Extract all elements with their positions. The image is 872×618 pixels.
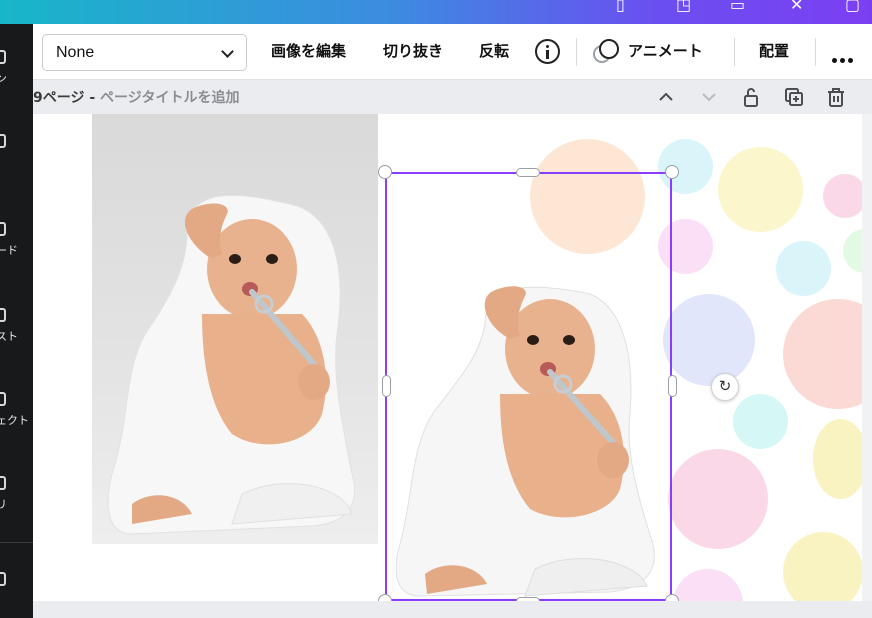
design-icon <box>0 50 6 64</box>
page-title[interactable]: 9ページ - ページタイトルを追加 <box>33 87 239 107</box>
background-dot <box>718 147 803 232</box>
resize-handle-top-right[interactable] <box>665 165 679 179</box>
toolbar-divider <box>734 38 735 66</box>
page-number: 9ページ - <box>33 90 101 106</box>
background-dot <box>663 294 755 386</box>
background-dot <box>843 229 862 273</box>
upload-icon <box>0 222 6 236</box>
device-icon[interactable]: ▯ <box>616 0 625 16</box>
background-dot <box>673 569 743 601</box>
resize-handle-top-left[interactable] <box>378 165 392 179</box>
sidebar-divider <box>0 542 33 543</box>
animate-button[interactable]: アニメート <box>628 40 703 61</box>
resize-handle-top[interactable] <box>516 168 540 177</box>
sidebar-item-label: ード <box>0 244 18 257</box>
selection-frame[interactable] <box>385 172 672 601</box>
sidebar-item-label: スト <box>0 330 18 343</box>
toolbar-divider <box>815 38 816 66</box>
resize-handle-left[interactable] <box>382 375 391 397</box>
trash-icon[interactable] <box>825 86 847 108</box>
app-top-bar: ▯ ◳ ▭ ✕ ▢ <box>0 0 872 24</box>
design-canvas[interactable]: ↻ <box>33 114 862 601</box>
elements-icon <box>0 134 6 148</box>
lock-icon[interactable] <box>740 86 762 108</box>
info-icon[interactable] <box>535 39 560 64</box>
canvas-bottom-area <box>33 601 872 618</box>
duplicate-icon[interactable] <box>783 86 805 108</box>
crop-button[interactable]: 切り抜き <box>383 40 443 61</box>
window-icon[interactable]: ▢ <box>845 0 860 16</box>
background-dot <box>813 419 862 499</box>
project-icon <box>0 392 6 406</box>
context-toolbar: None 画像を編集 切り抜き 反転 アニメート 配置 <box>33 24 872 80</box>
edit-image-button[interactable]: 画像を編集 <box>271 40 346 61</box>
more-options-icon[interactable] <box>832 50 856 68</box>
baby-photo-original[interactable] <box>92 114 378 544</box>
chevron-down-icon[interactable] <box>698 86 720 108</box>
left-sidebar: ン ード スト ェクト リ <box>0 24 33 618</box>
close-icon[interactable]: ✕ <box>790 0 803 16</box>
resize-handle-bottom-left[interactable] <box>378 594 392 601</box>
text-icon <box>0 308 6 322</box>
background-dot <box>823 174 862 218</box>
user-icon[interactable]: ◳ <box>676 0 691 16</box>
background-dot <box>733 394 788 449</box>
filter-select[interactable]: None <box>42 34 247 71</box>
background-dot <box>783 299 862 409</box>
chart-icon[interactable]: ▭ <box>730 0 745 16</box>
animate-icon[interactable] <box>593 39 619 65</box>
sidebar-item-label: ェクト <box>0 414 29 427</box>
page-title-placeholder[interactable]: ページタイトルを追加 <box>100 90 239 106</box>
chevron-down-icon <box>221 45 234 58</box>
apps-icon <box>0 476 6 490</box>
toolbar-divider <box>576 38 577 66</box>
filter-select-value: None <box>56 44 95 61</box>
folder-icon <box>0 572 6 586</box>
resize-handle-bottom-right[interactable] <box>665 594 679 601</box>
sidebar-item-label: ン <box>0 72 7 85</box>
resize-handle-right[interactable] <box>668 375 677 397</box>
vertical-scrollbar[interactable] <box>862 114 872 601</box>
rotate-icon[interactable]: ↻ <box>711 373 739 401</box>
sidebar-item-label: リ <box>0 498 7 511</box>
background-dot <box>783 532 862 601</box>
chevron-up-icon[interactable] <box>655 86 677 108</box>
background-dot <box>668 449 768 549</box>
background-dot <box>776 241 831 296</box>
page-header: 9ページ - ページタイトルを追加 <box>33 80 872 114</box>
position-button[interactable]: 配置 <box>759 40 789 61</box>
flip-button[interactable]: 反転 <box>479 40 509 61</box>
